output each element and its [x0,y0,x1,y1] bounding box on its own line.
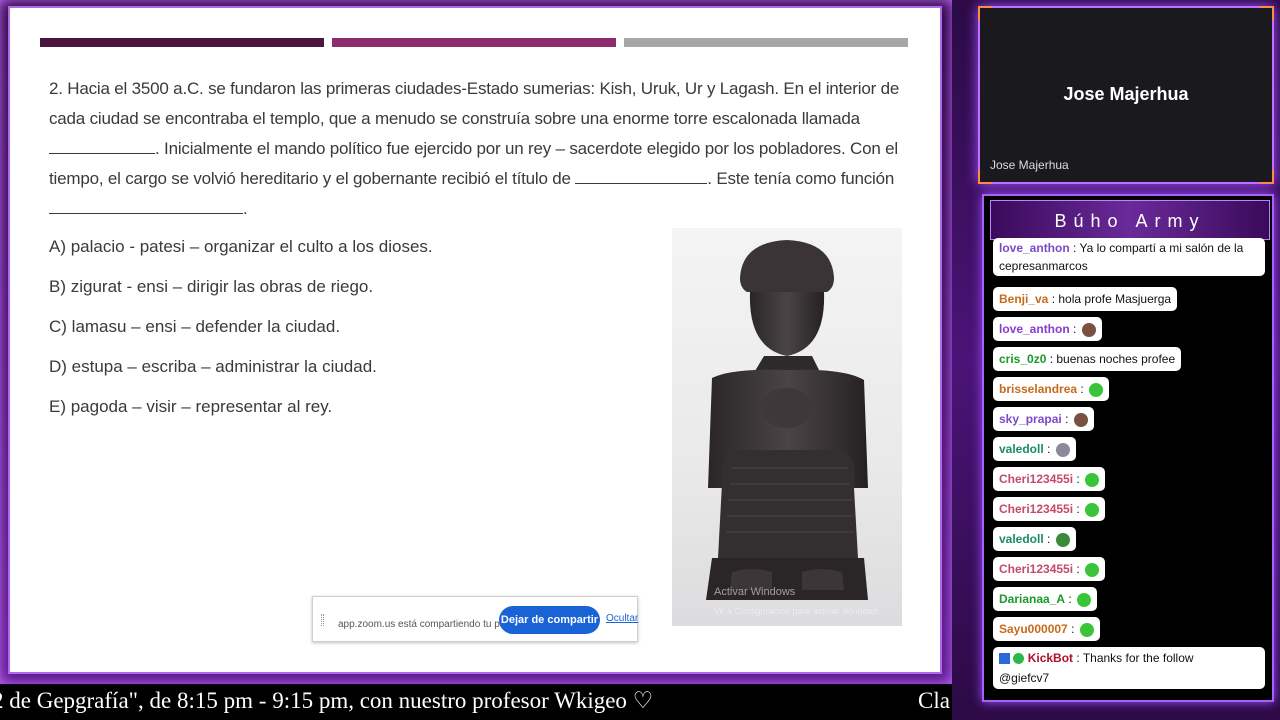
zoom-share-notification: app.zoom.us está compartiendo tu pantall… [312,596,638,642]
chat-username: KickBot [1027,651,1074,665]
chat-text: : hola profe Masjuerga [1051,292,1172,306]
chat-message: cris_0z0 : buenas noches profee [993,347,1182,371]
chat-text: : [1076,502,1080,516]
question-text: 2. Hacia el 3500 a.C. se fundaron las pr… [49,74,905,224]
header-band [40,38,324,47]
chat-text: : [1047,442,1051,456]
screen-share-frame: 2. Hacia el 3500 a.C. se fundaron las pr… [0,0,952,684]
verified-badge-icon [1013,653,1025,665]
chat-text: : [1071,622,1075,636]
chat-username: Cheri123455i [999,472,1074,486]
windows-watermark: Activar Windows [714,586,796,598]
chat-message: Sayu000007 : [993,617,1100,641]
chat-username: Sayu000007 [999,622,1068,636]
chat-text: : [1080,382,1084,396]
answer-options: A) palacio - patesi – organizar el culto… [49,232,433,432]
chat-message: Benji_va : hola profe Masjuerga [993,287,1178,311]
chat-username: Darianaa_A [999,592,1066,606]
ticker-text-continued: Cla [918,688,950,713]
chat-username: love_anthon [999,322,1070,336]
frame-corner [978,6,992,20]
statue-illustration [706,240,868,600]
emote-icon [1085,472,1100,487]
chat-message: Cheri123455i : [993,557,1106,581]
chat-text: : [1076,562,1080,576]
hide-link[interactable]: Ocultar [606,613,638,624]
option-e: E) pagoda – visir – representar al rey. [49,397,333,416]
participant-name: Jose Majerhua [1063,84,1189,104]
emote-icon [1077,592,1092,607]
ticker-text: 2 de Gepgrafía", de 8:15 pm - 9:15 pm, c… [0,688,654,713]
chat-text: : [1076,472,1080,486]
chat-username: sky_prapai [999,412,1062,426]
stop-sharing-button[interactable]: Dejar de compartir [499,606,600,634]
chat-text-continued: @giefcv7 [999,671,1050,685]
chat-panel: Búho Army love_anthon : Ya lo compartí a… [982,194,1274,702]
chat-text: : [1073,322,1077,336]
scrolling-ticker: 2 de Gepgrafía", de 8:15 pm - 9:15 pm, c… [0,686,952,720]
gudea-statue-image: Activar Windows Ve a Configuración para … [672,228,902,626]
chat-text: : [1068,592,1072,606]
frame-corner [1260,170,1274,184]
bot-badge-icon [999,653,1010,665]
chat-username: Benji_va [999,292,1049,306]
blank-line [575,166,708,184]
chat-text: : [1047,532,1051,546]
emote-icon [1081,322,1096,337]
chat-username: Cheri123455i [999,502,1074,516]
question-part-1: 2. Hacia el 3500 a.C. se fundaron las pr… [49,79,900,128]
emote-icon [1055,442,1070,457]
header-band [624,38,908,47]
chat-message: love_anthon : Ya lo compartí a mi salón … [993,238,1265,276]
option-d: D) estupa – escriba – administrar la ciu… [49,357,377,376]
chat-text: : [1065,412,1069,426]
question-part-4: . [243,199,248,218]
chat-text-continued: cepresanmarcos [999,259,1088,273]
drag-handle-icon[interactable] [321,614,324,626]
presentation-slide: 2. Hacia el 3500 a.C. se fundaron las pr… [8,6,942,674]
participant-tag: Jose Majerhua [990,158,1069,172]
chat-message: valedoll : [993,437,1076,461]
chat-username: love_anthon [999,241,1070,255]
emote-icon [1085,562,1100,577]
emote-icon [1085,502,1100,517]
option-b: B) zigurat - ensi – dirigir las obras de… [49,277,374,296]
chat-username: valedoll [999,532,1044,546]
chat-message: Cheri123455i : [993,497,1106,521]
chat-username: valedoll [999,442,1044,456]
chat-message: KickBot : Thanks for the follow @giefcv7 [993,647,1265,689]
chat-text: : Ya lo compartí a mi salón de la [1073,241,1244,255]
emote-icon [1073,412,1088,427]
chat-username: Cheri123455i [999,562,1074,576]
windows-watermark-sub: Ve a Configuración para activar Windows. [714,606,882,616]
question-part-3: . Este tenía como función [707,169,895,188]
chat-title: Búho Army [990,200,1270,240]
header-band [332,38,616,47]
blank-line [49,196,243,214]
emote-icon [1055,532,1070,547]
chat-message: brisselandrea : [993,377,1110,401]
frame-corner [1260,6,1274,20]
chat-username: brisselandrea [999,382,1078,396]
chat-message: Cheri123455i : [993,467,1106,491]
frame-corner [978,170,992,184]
chat-text: : buenas noches profee [1049,352,1176,366]
chat-message: love_anthon : [993,317,1102,341]
webcam-panel: Jose Majerhua Jose Majerhua [978,6,1274,184]
chat-message: Darianaa_A : [993,587,1098,611]
blank-line [49,136,155,154]
chat-text: : Thanks for the follow [1076,651,1194,665]
option-a: A) palacio - patesi – organizar el culto… [49,237,433,256]
emote-icon [1079,622,1094,637]
option-c: C) lamasu – ensi – defender la ciudad. [49,317,341,336]
chat-message: valedoll : [993,527,1076,551]
chat-message: sky_prapai : [993,407,1094,431]
emote-icon [1089,382,1104,397]
chat-username: cris_0z0 [999,352,1047,366]
